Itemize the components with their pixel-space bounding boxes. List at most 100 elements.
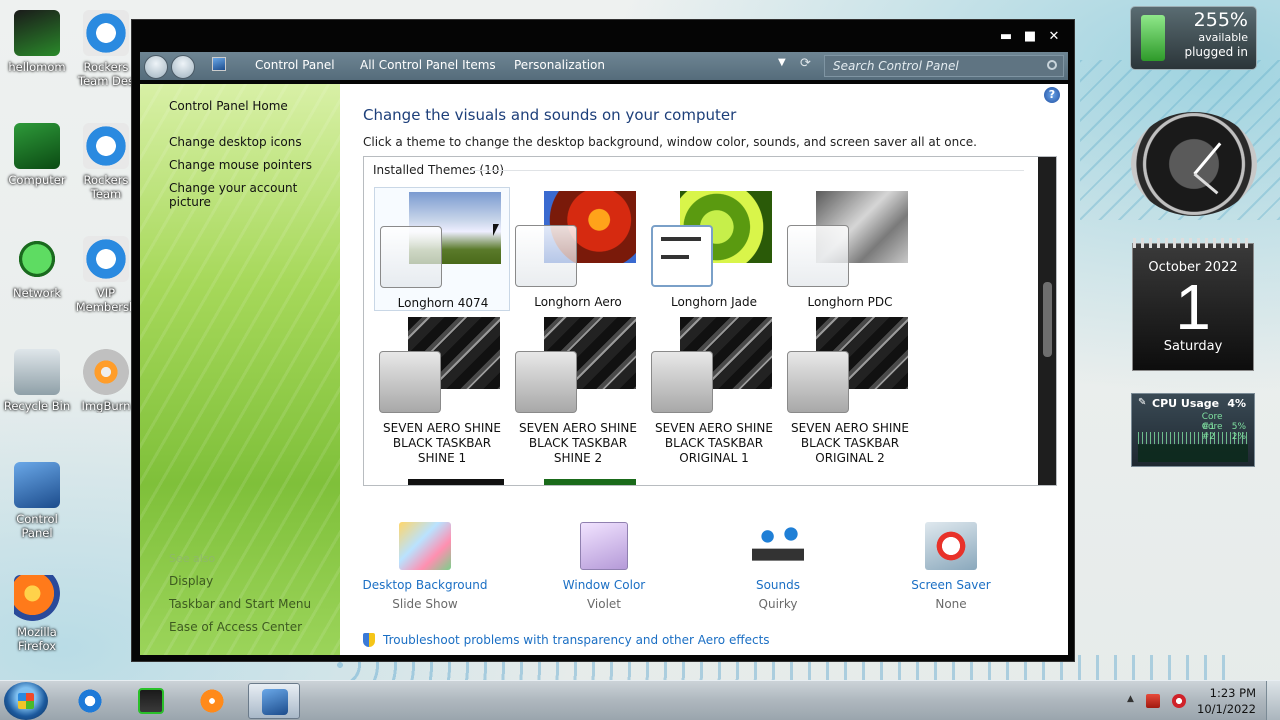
taskbar-date[interactable]: 10/1/2022: [1186, 702, 1256, 716]
sidebar: Control Panel Home Change desktop icons …: [140, 84, 340, 655]
theme-tile-longhorn-jade[interactable]: Longhorn Jade: [646, 187, 782, 311]
theme-tile-seven-shine-2[interactable]: SEVEN AERO SHINE BLACK TASKBAR SHINE 2: [510, 313, 646, 473]
theme-preview-partial: [544, 479, 636, 485]
sidebar-ease-of-access[interactable]: Ease of Access Center: [169, 620, 302, 634]
sidebar-change-account-picture[interactable]: Change your account picture: [169, 181, 340, 209]
sidebar-display[interactable]: Display: [169, 574, 213, 588]
taskbar-control-panel[interactable]: [248, 683, 300, 719]
recycle-bin-icon: [14, 349, 60, 395]
volume-muted-icon[interactable]: [1172, 694, 1186, 708]
show-hidden-icons-button[interactable]: ▲: [1127, 694, 1134, 704]
scrollbar-thumb[interactable]: [1043, 282, 1052, 357]
maximize-button[interactable]: ■: [1020, 29, 1040, 45]
desktop-icon-computer[interactable]: Computer: [0, 123, 74, 187]
calendar-binding: [1133, 238, 1253, 248]
taskbar-internet-explorer[interactable]: [64, 683, 116, 719]
breadcrumb-all-items[interactable]: All Control Panel Items: [360, 58, 496, 72]
divider: [464, 170, 1024, 171]
internet-explorer-shortcut-icon: [83, 10, 129, 56]
desktop-icon-hellomom[interactable]: hellomom: [0, 10, 74, 74]
forward-button[interactable]: [171, 55, 195, 79]
desktop-icon-vip-membership[interactable]: VIP Membersh: [74, 236, 138, 314]
clock-gadget[interactable]: [1131, 112, 1257, 216]
cpu-graph: [1138, 432, 1248, 462]
chevron-down-icon[interactable]: ▼: [778, 57, 786, 68]
address-bar[interactable]: Control Panel All Control Panel Items Pe…: [208, 55, 820, 77]
firefox-icon: [14, 575, 60, 621]
search-icon[interactable]: [1047, 60, 1057, 70]
desktop-icon-imgburn[interactable]: ImgBurn: [74, 349, 138, 413]
theme-window-preview: [380, 226, 442, 288]
desktop-icon-mozilla-firefox[interactable]: Mozilla Firefox: [0, 575, 74, 653]
sidebar-taskbar-start-menu[interactable]: Taskbar and Start Menu: [169, 597, 311, 611]
theme-tile-seven-original-2[interactable]: SEVEN AERO SHINE BLACK TASKBAR ORIGINAL …: [782, 313, 918, 473]
computer-icon: [14, 123, 60, 169]
breadcrumb-control-panel[interactable]: Control Panel: [255, 58, 335, 72]
terminal-icon: [138, 688, 164, 714]
taskbar: ▲ 1:23 PM 10/1/2022: [0, 680, 1280, 720]
desktop-icon-control-panel[interactable]: Control Panel: [0, 462, 74, 540]
desktop-icon-rockers-team[interactable]: Rockers Team: [74, 123, 138, 201]
see-also-heading: See also: [169, 552, 216, 565]
battery-gadget[interactable]: 255% available plugged in: [1130, 6, 1257, 70]
screen-saver-icon: [925, 522, 977, 570]
internet-explorer-shortcut-icon: [83, 236, 129, 282]
theme-window-preview: [515, 351, 577, 413]
cpu-usage-gadget[interactable]: ✎ CPU Usage 4% Core #15% Core #22%: [1131, 393, 1255, 467]
theme-window-preview: [787, 225, 849, 287]
breadcrumb-personalization[interactable]: Personalization: [514, 58, 605, 72]
main-content: ? Change the visuals and sounds on your …: [340, 84, 1068, 655]
desktop-icon-network[interactable]: Network: [0, 236, 74, 300]
taskbar-time[interactable]: 1:23 PM: [1186, 686, 1256, 700]
media-player-icon: [199, 688, 225, 714]
theme-window-preview: [787, 351, 849, 413]
minimize-button[interactable]: ▬: [996, 29, 1016, 45]
theme-tile-seven-shine-1[interactable]: SEVEN AERO SHINE BLACK TASKBAR SHINE 1: [374, 313, 510, 473]
sounds-icon: [752, 522, 804, 570]
desktop-icon-recycle-bin[interactable]: Recycle Bin: [0, 349, 74, 413]
desktop-background-option[interactable]: Desktop Background Slide Show: [360, 522, 490, 611]
theme-tile-longhorn-pdc[interactable]: Longhorn PDC: [782, 187, 918, 311]
theme-tile-seven-original-1[interactable]: SEVEN AERO SHINE BLACK TASKBAR ORIGINAL …: [646, 313, 782, 473]
window-color-option[interactable]: Window Color Violet: [539, 522, 669, 611]
themes-scrollbar[interactable]: [1038, 157, 1056, 485]
search-input[interactable]: Search Control Panel: [824, 55, 1064, 77]
internet-explorer-icon: [77, 688, 103, 714]
cpu-icon: ✎: [1138, 397, 1147, 408]
show-desktop-button[interactable]: [1266, 681, 1280, 720]
start-button[interactable]: [4, 682, 48, 720]
control-panel-icon: [212, 57, 226, 71]
help-icon[interactable]: ?: [1044, 87, 1060, 103]
sidebar-change-mouse-pointers[interactable]: Change mouse pointers: [169, 158, 312, 172]
imgburn-disc-icon: [83, 349, 129, 395]
desktop-background-icon: [399, 522, 451, 570]
sounds-option[interactable]: Sounds Quirky: [713, 522, 843, 611]
calendar-gadget[interactable]: October 2022 1 Saturday: [1132, 238, 1254, 371]
troubleshoot-link[interactable]: Troubleshoot problems with transparency …: [363, 633, 770, 647]
taskbar-terminal[interactable]: [125, 683, 177, 719]
mouse-cursor-icon: [493, 224, 499, 236]
control-panel-icon: [262, 689, 288, 715]
user-folder-icon: [14, 10, 60, 56]
personalization-window: ▬ ■ ✕ Control Panel All Control Panel It…: [131, 19, 1075, 662]
sidebar-control-panel-home[interactable]: Control Panel Home: [169, 99, 288, 113]
theme-window-preview: [651, 351, 713, 413]
screen-saver-option[interactable]: Screen Saver None: [886, 522, 1016, 611]
shield-icon: [363, 633, 375, 647]
theme-window-preview: [379, 351, 441, 413]
theme-window-preview: [515, 225, 577, 287]
desktop-icon-rockers-team-des[interactable]: Rockers Team Des: [74, 10, 138, 88]
close-button[interactable]: ✕: [1044, 29, 1064, 45]
network-status-icon[interactable]: [1146, 694, 1160, 708]
clock-hand: [1193, 142, 1222, 175]
taskbar-media-player[interactable]: [186, 683, 238, 719]
page-subtitle: Click a theme to change the desktop back…: [363, 135, 977, 149]
themes-list: Installed Themes (10) Longhorn 4074 Long…: [363, 156, 1057, 486]
theme-tile-longhorn-4074[interactable]: Longhorn 4074: [374, 187, 510, 311]
refresh-icon[interactable]: ⟳: [800, 56, 811, 71]
theme-preview-partial: [408, 479, 504, 485]
theme-tile-longhorn-aero[interactable]: Longhorn Aero: [510, 187, 646, 311]
back-button[interactable]: [144, 55, 168, 79]
sidebar-change-desktop-icons[interactable]: Change desktop icons: [169, 135, 302, 149]
window-color-icon: [580, 522, 628, 570]
